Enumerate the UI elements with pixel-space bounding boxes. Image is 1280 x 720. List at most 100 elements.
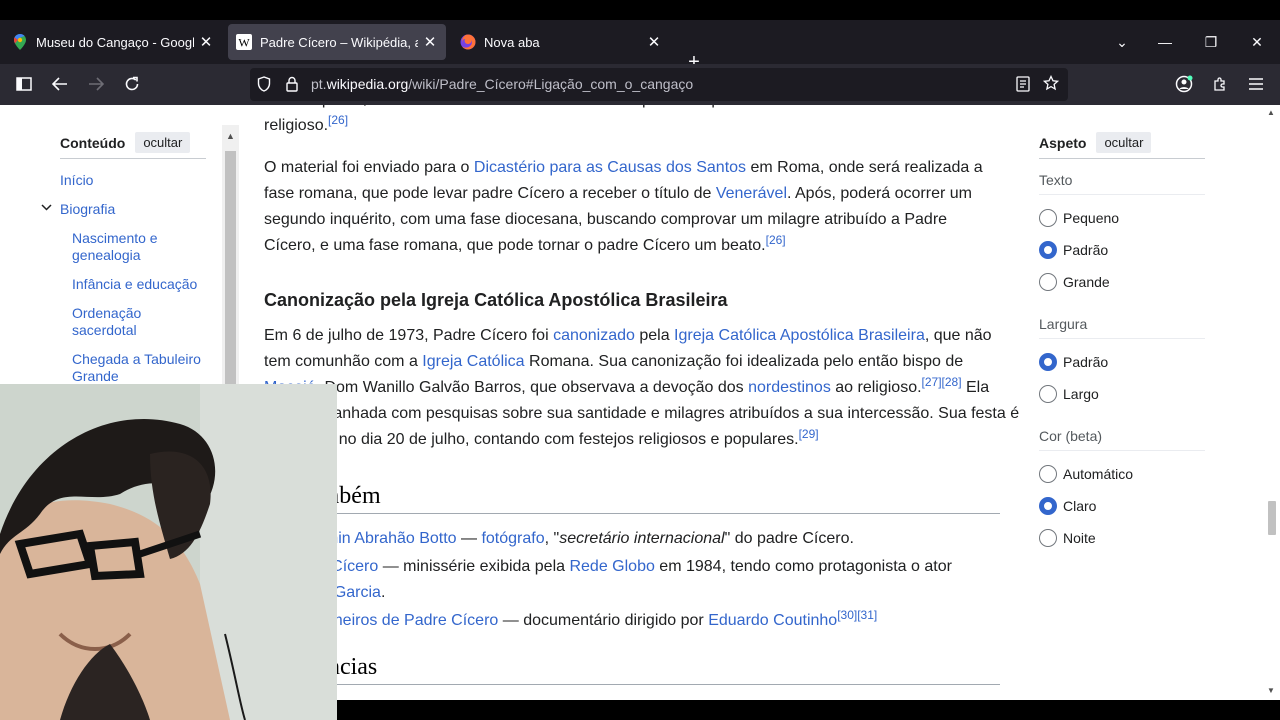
link-rede-globo[interactable]: Rede Globo: [569, 558, 654, 575]
radio-text-padrao[interactable]: Padrão: [1039, 241, 1108, 259]
toc-item-nascimento[interactable]: Nascimento e genealogia: [72, 230, 212, 264]
window-controls: ⌄ — ❐ ✕: [1102, 20, 1280, 64]
wikipedia-w-icon: W: [236, 34, 252, 50]
link-igreja-catolica[interactable]: Igreja Católica: [422, 353, 524, 370]
reference-31[interactable]: [31]: [857, 608, 877, 622]
appearance-hide-button[interactable]: ocultar: [1096, 132, 1152, 153]
paragraph-end: religioso.[26]: [264, 113, 349, 134]
navigation-bar: pt.wikipedia.org/wiki/Padre_Cícero#Ligaç…: [0, 64, 1280, 105]
section-heading-canonizacao: Canonização pela Igreja Católica Apostól…: [264, 290, 728, 310]
close-tab-icon[interactable]: ✕: [422, 33, 438, 51]
restore-icon[interactable]: ❐: [1188, 34, 1234, 51]
tab-nova-aba[interactable]: Nova aba ✕: [452, 24, 670, 60]
link-nordestinos[interactable]: nordestinos: [748, 379, 831, 396]
back-arrow-icon[interactable]: [48, 72, 72, 96]
divider: [1039, 450, 1205, 451]
minimize-icon[interactable]: —: [1142, 34, 1188, 50]
toc-header: Conteúdo ocultar: [60, 132, 191, 153]
paragraph-canonizacao: Em 6 de julho de 1973, Padre Cícero foi …: [264, 327, 1020, 448]
tab-google-maps[interactable]: Museu do Cangaço - Google Maps ✕: [4, 24, 222, 60]
radio-circle[interactable]: [1039, 273, 1057, 291]
paragraph-dicasterio: O material foi enviado para o Dicastério…: [264, 159, 983, 254]
firefox-icon: [460, 34, 476, 50]
toc-hide-button[interactable]: ocultar: [135, 132, 191, 153]
radio-width-largo[interactable]: Largo: [1039, 385, 1099, 403]
link-canonizado[interactable]: canonizado: [553, 327, 635, 344]
extensions-icon[interactable]: [1208, 72, 1232, 96]
tab-padre-cicero[interactable]: W Padre Cícero – Wikipédia, a enciclopéd…: [228, 24, 446, 60]
account-icon[interactable]: [1172, 72, 1196, 96]
shield-icon[interactable]: [257, 76, 271, 97]
radio-circle-selected[interactable]: [1039, 353, 1057, 371]
section-heading-ver-tambem: Ver também: [264, 483, 1000, 514]
reader-view-icon[interactable]: [1016, 76, 1030, 97]
paragraph-cut: sobre o padre, além dos testemunhos de m…: [264, 105, 1000, 113]
radio-circle[interactable]: [1039, 209, 1057, 227]
reference-28[interactable]: [28]: [942, 375, 962, 389]
maps-pin-icon: [12, 34, 28, 50]
toc-item-ordenacao[interactable]: Ordenação sacerdotal: [72, 305, 182, 339]
divider: [1039, 338, 1205, 339]
lock-icon[interactable]: [286, 76, 298, 97]
link-icab[interactable]: Igreja Católica Apostólica Brasileira: [674, 327, 925, 344]
reference-30[interactable]: [30]: [837, 608, 857, 622]
url-text[interactable]: pt.wikipedia.org/wiki/Padre_Cícero#Ligaç…: [311, 76, 693, 92]
webcam-overlay: [0, 384, 337, 720]
sidebar-toggle-icon[interactable]: [12, 72, 36, 96]
chevron-down-icon[interactable]: [41, 202, 53, 214]
divider: [1039, 158, 1205, 159]
bookmark-star-icon[interactable]: [1042, 74, 1060, 96]
page-scrollbar[interactable]: ▲ ▼: [1264, 105, 1280, 700]
tab-bar: Museu do Cangaço - Google Maps ✕ W Padre…: [0, 20, 1280, 73]
webcam-person-image: [0, 384, 337, 720]
radio-circle[interactable]: [1039, 465, 1057, 483]
radio-text-grande[interactable]: Grande: [1039, 273, 1110, 291]
list-item: •Padre Cícero — minissérie exibida pela …: [264, 554, 952, 580]
radio-color-automatico[interactable]: Automático: [1039, 465, 1133, 483]
top-black-strip: [0, 0, 1280, 20]
tab-title: Padre Cícero – Wikipédia, a enciclopédia…: [260, 34, 418, 50]
scroll-up-arrow-icon[interactable]: ▲: [1267, 108, 1275, 117]
svg-text:W: W: [238, 36, 250, 50]
appearance-header: Aspeto ocultar: [1039, 132, 1152, 153]
address-bar[interactable]: pt.wikipedia.org/wiki/Padre_Cícero#Ligaç…: [250, 68, 1068, 101]
toc-item-infancia[interactable]: Infância e educação: [72, 276, 220, 293]
toc-item-chegada[interactable]: Chegada a Tabuleiro Grande: [72, 351, 217, 385]
radio-circle[interactable]: [1039, 385, 1057, 403]
appearance-title: Aspeto: [1039, 134, 1087, 151]
page-scroll-thumb[interactable]: [1268, 501, 1276, 535]
toc-item-inicio[interactable]: Início: [60, 172, 93, 189]
scroll-down-arrow-icon[interactable]: ▼: [1267, 686, 1275, 695]
list-item: •Os Romeiros de Padre Cícero — documentá…: [264, 608, 878, 629]
radio-circle[interactable]: [1039, 529, 1057, 547]
forward-arrow-icon[interactable]: [84, 72, 108, 96]
link-veneravel[interactable]: Venerável: [716, 185, 787, 202]
link-fotografo[interactable]: fotógrafo: [481, 530, 544, 547]
color-label: Cor (beta): [1039, 428, 1103, 444]
radio-width-padrao[interactable]: Padrão: [1039, 353, 1108, 371]
reference-26[interactable]: [26]: [328, 113, 348, 127]
reference-26[interactable]: [26]: [766, 233, 786, 247]
reload-icon[interactable]: [120, 72, 144, 96]
section-heading-referencias: Referências: [264, 654, 1000, 685]
scroll-up-arrow-icon[interactable]: ▲: [226, 131, 235, 141]
list-all-tabs-icon[interactable]: ⌄: [1102, 34, 1142, 51]
link-eduardo-coutinho[interactable]: Eduardo Coutinho: [708, 612, 837, 629]
text-size-label: Texto: [1039, 172, 1073, 188]
menu-hamburger-icon[interactable]: [1244, 72, 1268, 96]
radio-circle-selected[interactable]: [1039, 241, 1057, 259]
toc-title: Conteúdo: [60, 134, 126, 151]
radio-circle-selected[interactable]: [1039, 497, 1057, 515]
reference-29[interactable]: [29]: [799, 427, 819, 441]
browser-window: Museu do Cangaço - Google Maps ✕ W Padre…: [0, 0, 1280, 720]
radio-color-noite[interactable]: Noite: [1039, 529, 1096, 547]
close-tab-icon[interactable]: ✕: [198, 33, 214, 51]
close-tab-icon[interactable]: ✕: [646, 33, 662, 51]
toc-item-biografia[interactable]: Biografia: [60, 201, 115, 218]
reference-27[interactable]: [27]: [922, 375, 942, 389]
link-dicasterio[interactable]: Dicastério para as Causas dos Santos: [474, 159, 746, 176]
close-window-icon[interactable]: ✕: [1234, 34, 1280, 51]
radio-text-pequeno[interactable]: Pequeno: [1039, 209, 1119, 227]
divider: [60, 158, 206, 159]
radio-color-claro[interactable]: Claro: [1039, 497, 1096, 515]
